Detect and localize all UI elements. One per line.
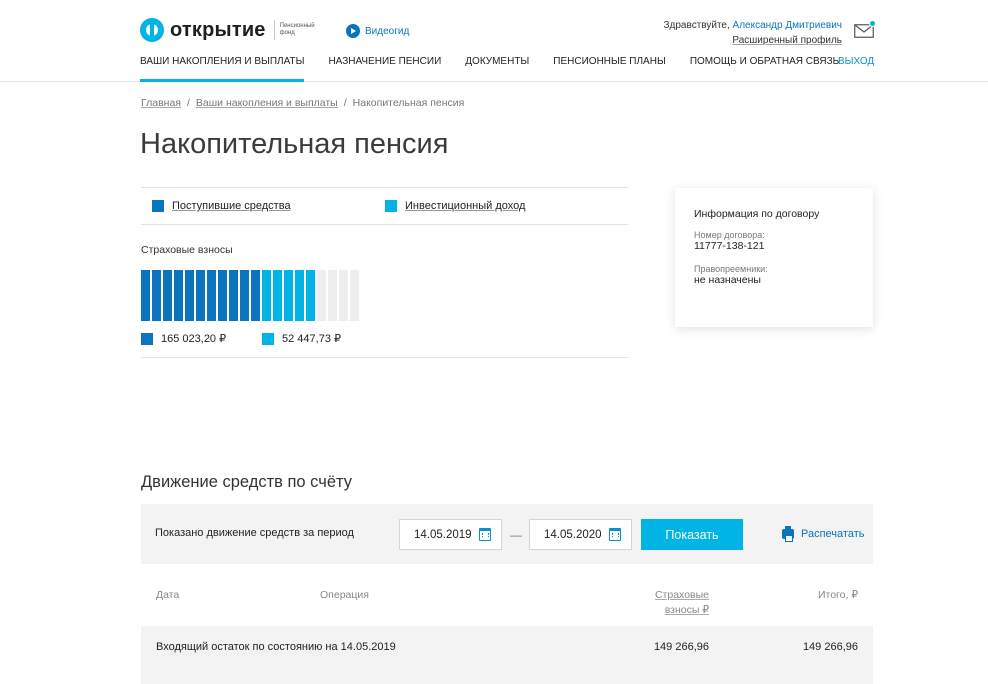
breadcrumb-separator: / (343, 97, 347, 109)
breadcrumb-home[interactable]: Главная (141, 97, 181, 109)
income-amount: 52 447,73 ₽ (262, 332, 341, 345)
received-amount-value: 165 023,20 ₽ (161, 333, 227, 345)
breadcrumb: Главная / Ваши накопления и выплаты / На… (141, 97, 464, 109)
bar-segment-received (251, 270, 260, 321)
table-row: Входящий остаток по состоянию на 14.05.2… (141, 626, 873, 684)
legend-swatch-income (385, 200, 397, 212)
date-from-value: 14.05.2019 (414, 529, 472, 541)
legend-received-label: Поступившие средства (172, 200, 291, 212)
bar-segment-received (240, 270, 249, 321)
bar-segment-received (218, 270, 227, 321)
nav-savings-payouts[interactable]: ВАШИ НАКОПЛЕНИЯ И ВЫПЛАТЫ (140, 56, 305, 82)
account-movements-title: Движение средств по счёту (141, 473, 353, 491)
bar-segment-income (284, 270, 293, 321)
notification-dot (869, 20, 876, 27)
nav-pension-assignment[interactable]: НАЗНАЧЕНИЕ ПЕНСИИ (328, 56, 441, 82)
row-total: 149 266,96 (802, 641, 858, 653)
date-range-dash: — (510, 528, 522, 542)
bar-segment-empty (339, 270, 348, 321)
greeting-text: Здравствуйте, (663, 20, 730, 31)
insurance-contributions-label: Страховые взносы (141, 244, 233, 256)
page-title: Накопительная пенсия (140, 128, 449, 160)
contract-number-label: Номер договора: (694, 230, 765, 240)
print-label: Распечатать (801, 528, 865, 540)
logo[interactable]: открытие Пенсионный фонд (140, 18, 320, 42)
date-from-input[interactable]: 14.05.2019 (399, 519, 502, 550)
column-header-contributions[interactable]: Страховые взносы ₽ (646, 588, 709, 618)
printer-icon (782, 526, 794, 542)
income-swatch (262, 332, 274, 345)
successors-value: не назначены (694, 274, 761, 286)
calendar-icon[interactable] (609, 528, 621, 541)
date-to-value: 14.05.2020 (544, 529, 602, 541)
user-name-link[interactable]: Александр Дмитриевич (733, 20, 842, 31)
bar-segment-received (141, 270, 150, 321)
print-link[interactable]: Распечатать (782, 526, 865, 542)
breadcrumb-separator: / (186, 97, 190, 109)
legend-income-label: Инвестиционный доход (405, 200, 526, 212)
bar-segment-received (163, 270, 172, 321)
bar-segment-empty (317, 270, 326, 321)
video-guide-link[interactable]: Видеогид (346, 24, 409, 38)
show-button[interactable]: Показать (641, 519, 743, 550)
breadcrumb-savings[interactable]: Ваши накопления и выплаты (196, 97, 338, 109)
row-operation: Входящий остаток по состоянию на 14.05.2… (156, 641, 396, 653)
nav-documents[interactable]: ДОКУМЕНТЫ (465, 56, 529, 82)
period-filter-label: Показано движение средств за период (155, 527, 354, 539)
legend-swatch-received (152, 200, 164, 212)
video-guide-label: Видеогид (365, 25, 410, 37)
logo-text: открытие (170, 18, 266, 41)
column-header-contributions-line2: взносы ₽ (664, 604, 709, 616)
chart-legend: Поступившие средства Инвестиционный дохо… (141, 187, 628, 225)
nav-help-feedback[interactable]: ПОМОЩЬ И ОБРАТНАЯ СВЯЗЬ (690, 56, 839, 82)
bar-segment-received (152, 270, 161, 321)
section-divider (141, 357, 628, 358)
legend-received-funds[interactable]: Поступившие средства (152, 200, 291, 212)
nav-pension-plans[interactable]: ПЕНСИОННЫЕ ПЛАНЫ (553, 56, 666, 82)
income-amount-value: 52 447,73 ₽ (282, 333, 341, 345)
breadcrumb-current: Накопительная пенсия (352, 97, 465, 109)
row-contributions: 149 266,96 (653, 641, 709, 653)
bar-segment-empty (350, 270, 359, 321)
logout-link[interactable]: ВЫХОД (838, 56, 874, 67)
bar-segment-received (196, 270, 205, 321)
successors-label: Правопреемники: (694, 264, 768, 274)
logo-divider (273, 20, 275, 40)
column-header-total: Итого, ₽ (817, 589, 858, 601)
column-header-operation: Операция (320, 589, 369, 601)
bar-segment-empty (328, 270, 337, 321)
date-to-input[interactable]: 14.05.2020 (529, 519, 632, 550)
bar-segment-income (262, 270, 271, 321)
bar-segment-received (207, 270, 216, 321)
bar-segment-received (174, 270, 183, 321)
bar-segment-income (306, 270, 315, 321)
legend-investment-income[interactable]: Инвестиционный доход (385, 200, 525, 212)
bar-segment-income (295, 270, 304, 321)
column-header-date: Дата (156, 589, 180, 601)
greeting-line: Здравствуйте, Александр Дмитриевич (664, 18, 843, 33)
header: открытие Пенсионный фонд Видеогид Здравс… (0, 0, 988, 82)
logo-icon (140, 18, 164, 42)
period-filter: Показано движение средств за период 14.0… (141, 504, 873, 564)
main-nav: ВАШИ НАКОПЛЕНИЯ И ВЫПЛАТЫ НАЗНАЧЕНИЕ ПЕН… (140, 56, 863, 82)
bar-segment-received (229, 270, 238, 321)
extended-profile-link[interactable]: Расширенный профиль (664, 33, 842, 48)
received-swatch (141, 332, 153, 345)
bar-segment-received (185, 270, 194, 321)
calendar-icon[interactable] (479, 528, 491, 541)
user-info: Здравствуйте, Александр Дмитриевич Расши… (664, 18, 843, 48)
logo-subtitle: Пенсионный фонд (279, 23, 315, 36)
contributions-bar (141, 270, 361, 321)
contract-info-card: Информация по договору Номер договора: 1… (675, 188, 873, 327)
play-icon (346, 24, 360, 38)
received-amount: 165 023,20 ₽ (141, 332, 226, 345)
column-header-contributions-line1: Страховые (654, 589, 709, 601)
contract-info-title: Информация по договору (694, 208, 820, 220)
bar-segment-income (273, 270, 282, 321)
contract-number-value: 11777-138-121 (694, 240, 765, 252)
